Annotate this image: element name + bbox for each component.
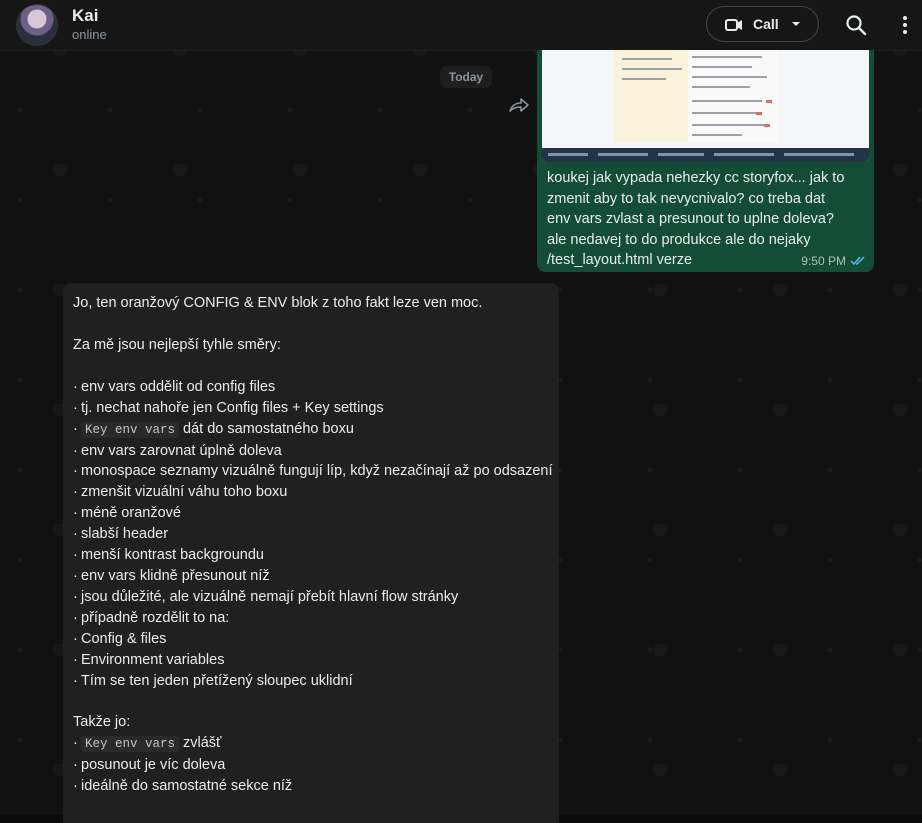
thumbnail-env-panel — [688, 50, 778, 142]
contact-avatar[interactable] — [16, 4, 58, 46]
thumbnail-badge — [756, 112, 762, 115]
date-separator: Today — [440, 66, 492, 88]
read-receipt-icon — [850, 256, 865, 266]
thumbnail-line — [692, 56, 762, 58]
list-item: zmenšit vizuální váhu toho boxu — [73, 482, 553, 503]
list-item: slabší header — [73, 524, 553, 545]
message-timestamp: 9:50 PM — [801, 254, 846, 268]
incoming-message-text: Jo, ten oranžový CONFIG & ENV blok z toh… — [73, 293, 553, 797]
inline-code: Key env vars — [81, 421, 180, 438]
thumbnail-line — [692, 86, 750, 88]
call-button-label: Call — [753, 16, 779, 32]
message-subhead: Za mě jsou nejlepší tyhle směry: — [73, 336, 281, 353]
list-item: Environment variables — [73, 650, 553, 671]
incoming-message[interactable]: Jo, ten oranžový CONFIG & ENV blok z toh… — [63, 283, 559, 823]
video-camera-icon — [725, 19, 742, 31]
thumbnail-line — [622, 58, 672, 60]
thumbnail-badge — [764, 124, 770, 127]
list-item: Tím se ten jeden přetížený sloupec uklid… — [73, 671, 553, 692]
list-item: Key env varszvlášť — [73, 733, 553, 755]
list-item: env vars oddělit od config files — [73, 377, 553, 398]
list-item: jsou důležité, ale vizuálně nemají přebí… — [73, 587, 553, 608]
outgoing-message[interactable]: koukej jak vypada nehezky cc storyfox...… — [537, 50, 874, 272]
list-item: Key env varsdát do samostatného boxu — [73, 419, 553, 441]
chevron-down-icon[interactable] — [791, 20, 801, 28]
chat-header: Kai online Call — [0, 0, 922, 51]
screenshot-thumbnail[interactable] — [542, 50, 869, 162]
list-item: env vars klidně přesunout níž — [73, 566, 553, 587]
bullet-list: env vars oddělit od config files tj. nec… — [73, 377, 553, 692]
thumbnail-badge — [766, 100, 772, 103]
list-item: tj. nechat nahoře jen Config files + Key… — [73, 398, 553, 419]
list-item: menší kontrast backgroundu — [73, 545, 553, 566]
inline-code: Key env vars — [81, 736, 180, 753]
thumbnail-line — [692, 66, 752, 68]
list-item: monospace seznamy vizuálně fungují líp, … — [73, 461, 553, 482]
thumbnail-line — [692, 134, 742, 136]
list-item: případně rozdělit to na: — [73, 608, 553, 629]
thumbnail-line — [622, 68, 682, 70]
message-conclusion: Takže jo: — [73, 714, 131, 731]
thumbnail-line — [692, 100, 762, 102]
search-icon[interactable] — [845, 14, 867, 36]
thumbnail-line — [622, 78, 666, 80]
final-bullet-list: Key env varszvlášť posunout je víc dolev… — [73, 733, 553, 797]
list-item: ideálně do samostatné sekce níž — [73, 776, 553, 797]
forward-icon[interactable] — [508, 97, 530, 115]
thumbnail-line — [692, 76, 767, 78]
call-button[interactable]: Call — [706, 6, 819, 42]
thumbnail-line — [692, 124, 764, 126]
message-intro: Jo, ten oranžový CONFIG & ENV blok z toh… — [73, 295, 483, 311]
list-item: env vars zarovnat úplně doleva — [73, 441, 553, 462]
contact-name[interactable]: Kai — [72, 6, 98, 26]
list-item: posunout je víc doleva — [73, 755, 553, 776]
contact-status: online — [72, 27, 107, 42]
thumbnail-config-panel — [614, 50, 688, 142]
thumbnail-footer — [542, 148, 869, 162]
thumbnail-line — [692, 112, 758, 114]
list-item: méně oranžové — [73, 503, 553, 524]
list-item: Config & files — [73, 629, 553, 650]
more-options-icon[interactable] — [898, 14, 912, 36]
